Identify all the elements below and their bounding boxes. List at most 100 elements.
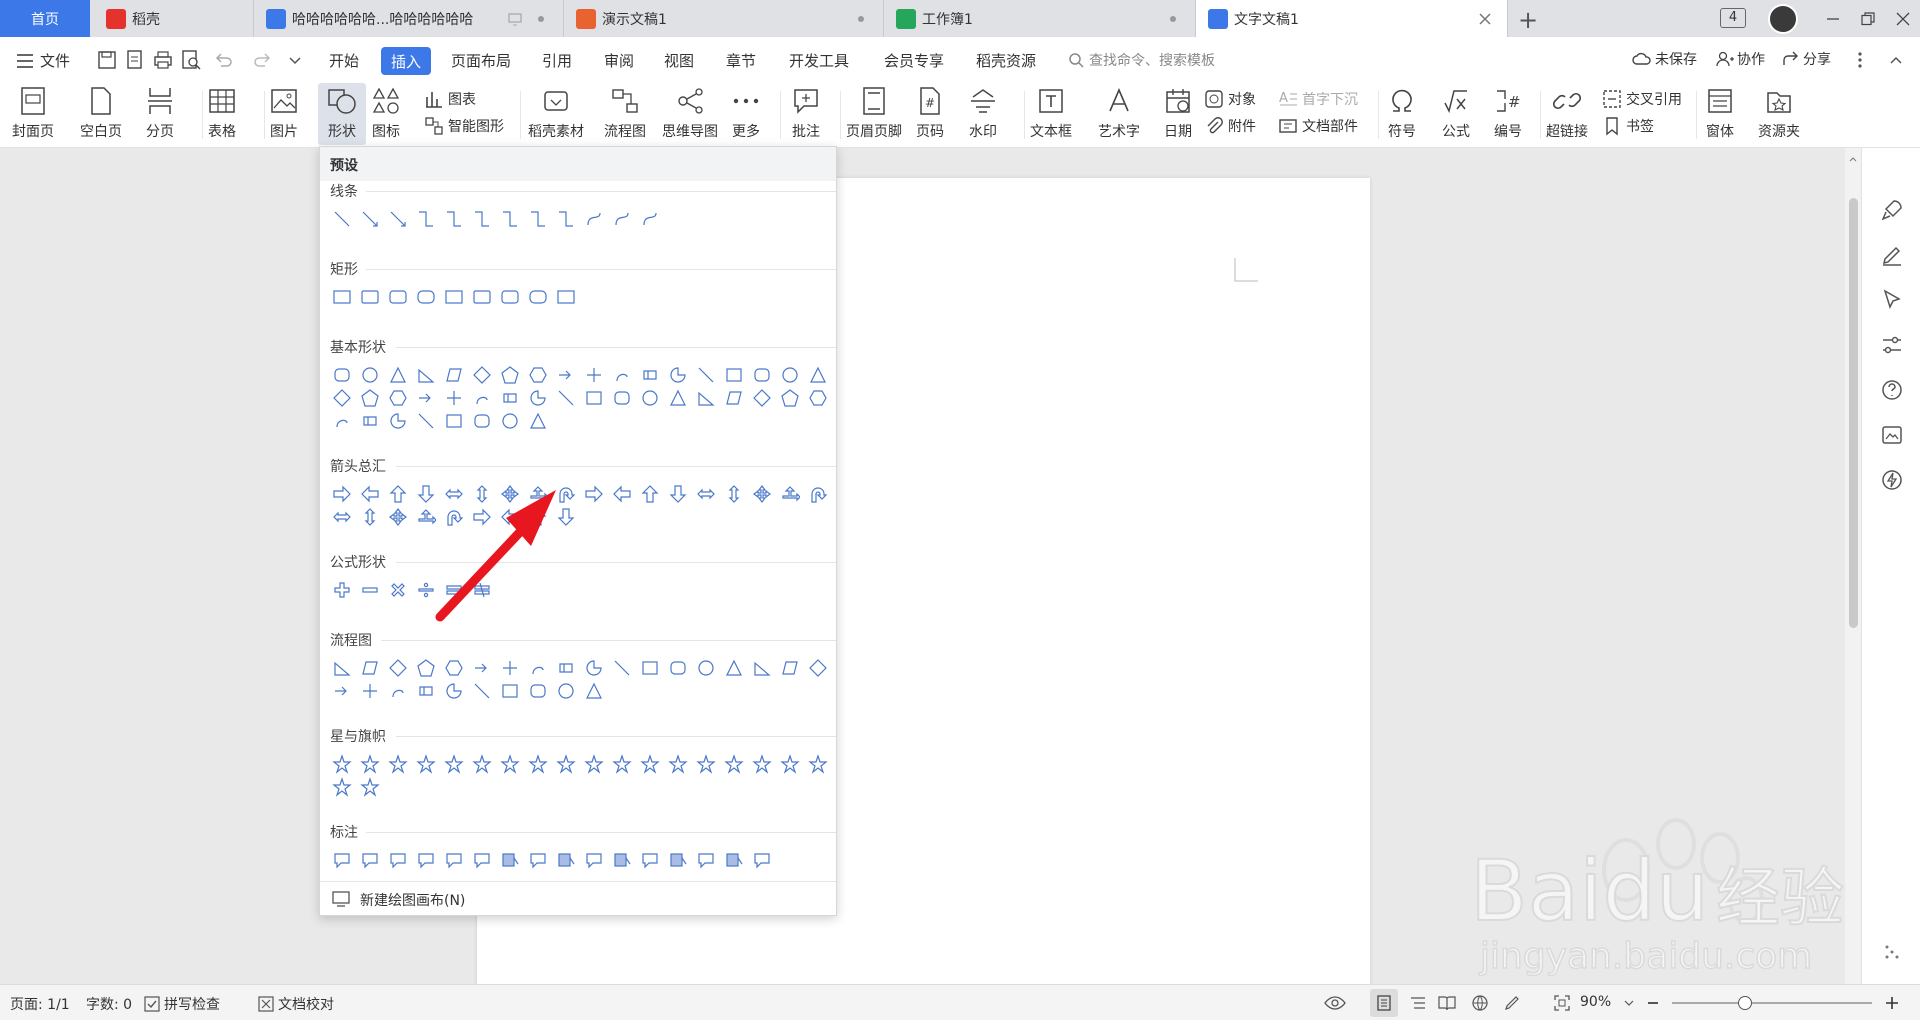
btn-flowchart[interactable]: 流程图 [604, 83, 646, 145]
chevron-down-icon[interactable] [1624, 998, 1634, 1008]
shape-option[interactable] [776, 480, 804, 508]
zoom-in-icon[interactable] [1884, 995, 1900, 1011]
shape-option[interactable] [608, 750, 636, 778]
command-search[interactable]: 查找命令、搜索模板 [1068, 50, 1215, 70]
btn-hyperlink[interactable]: 超链接 [1546, 83, 1588, 145]
menu-page-layout[interactable]: 页面布局 [451, 50, 511, 71]
help-icon[interactable] [1880, 378, 1904, 402]
grid-dots-icon[interactable] [1880, 940, 1904, 964]
shape-option[interactable] [440, 283, 468, 311]
shape-option[interactable] [328, 407, 356, 435]
more-vertical-icon[interactable] [1856, 51, 1864, 69]
menu-references[interactable]: 引用 [542, 50, 572, 71]
shape-option[interactable] [692, 750, 720, 778]
btn-symbol[interactable]: 符号 [1388, 83, 1416, 145]
shape-option[interactable] [356, 205, 384, 233]
shape-option[interactable] [524, 846, 552, 874]
window-count-badge[interactable]: 4 [1720, 8, 1746, 28]
btn-resource-folder[interactable]: 资源夹 [1758, 83, 1800, 145]
shape-option[interactable] [468, 205, 496, 233]
shape-option[interactable] [328, 773, 356, 801]
shape-option[interactable] [356, 503, 384, 531]
tab-document-haha[interactable]: 哈哈哈哈哈哈...哈哈哈哈哈哈 [254, 0, 564, 37]
shape-option[interactable] [524, 677, 552, 705]
shape-option[interactable] [328, 846, 356, 874]
rocket-icon[interactable] [1880, 198, 1904, 222]
shape-option[interactable] [328, 576, 356, 604]
shape-option[interactable] [496, 407, 524, 435]
scroll-up-icon[interactable] [1849, 156, 1857, 162]
pen-icon[interactable] [1880, 243, 1904, 267]
tab-daoke[interactable]: 稻壳 [90, 0, 254, 37]
shape-option[interactable] [552, 205, 580, 233]
shape-option[interactable] [552, 846, 580, 874]
btn-chart[interactable]: 图表 [424, 89, 476, 109]
shape-option[interactable] [636, 480, 664, 508]
menu-daoke-resources[interactable]: 稻壳资源 [976, 50, 1036, 71]
shape-option[interactable] [440, 407, 468, 435]
shape-option[interactable] [328, 503, 356, 531]
shape-option[interactable] [636, 750, 664, 778]
shape-option[interactable] [804, 384, 832, 412]
tab-home[interactable]: 首页 [0, 0, 90, 37]
zoom-out-button[interactable] [1648, 1002, 1658, 1004]
shape-option[interactable] [440, 677, 468, 705]
spell-check-toggle[interactable]: 拼写检查 [144, 994, 220, 1014]
shape-option[interactable] [664, 750, 692, 778]
shape-option[interactable] [804, 480, 832, 508]
shape-option[interactable] [608, 846, 636, 874]
shape-option[interactable] [384, 407, 412, 435]
zoom-slider-handle[interactable] [1738, 996, 1752, 1010]
menu-chapter[interactable]: 章节 [726, 50, 756, 71]
close-window-button[interactable] [1878, 0, 1920, 37]
btn-form-window[interactable]: 窗体 [1706, 83, 1734, 145]
shape-option[interactable] [412, 677, 440, 705]
btn-blank-page[interactable]: 空白页 [80, 83, 122, 145]
tab-spreadsheet[interactable]: 工作簿1 [884, 0, 1196, 37]
shape-option[interactable] [496, 750, 524, 778]
word-count[interactable]: 字数: 0 [86, 994, 132, 1014]
doc-proofread-button[interactable]: 文档校对 [258, 994, 334, 1014]
btn-cover-page[interactable]: 封面页 [12, 83, 54, 145]
shape-option[interactable] [580, 205, 608, 233]
shape-option[interactable] [356, 773, 384, 801]
shape-option[interactable] [580, 750, 608, 778]
shape-option[interactable] [440, 205, 468, 233]
cursor-icon[interactable] [1880, 288, 1904, 312]
new-drawing-canvas[interactable]: 新建绘图画布(N) [320, 881, 836, 915]
btn-wordart[interactable]: 艺术字 [1098, 83, 1140, 145]
shape-option[interactable] [384, 846, 412, 874]
lightning-icon[interactable] [1880, 468, 1904, 492]
shape-option[interactable] [776, 654, 804, 682]
shape-option[interactable] [748, 654, 776, 682]
shape-option[interactable] [552, 384, 580, 412]
shape-option[interactable] [468, 407, 496, 435]
zoom-slider[interactable] [1672, 1002, 1872, 1004]
shape-option[interactable] [580, 384, 608, 412]
shape-option[interactable] [720, 480, 748, 508]
file-menu[interactable]: 文件 [16, 50, 70, 71]
btn-watermark[interactable]: 水印 [968, 83, 998, 145]
shape-option[interactable] [776, 750, 804, 778]
shape-option[interactable] [636, 654, 664, 682]
menu-view[interactable]: 视图 [664, 50, 694, 71]
shape-option[interactable] [496, 677, 524, 705]
page-view-button[interactable] [1370, 989, 1398, 1017]
shape-option[interactable] [776, 384, 804, 412]
shape-option[interactable] [720, 384, 748, 412]
shape-option[interactable] [328, 205, 356, 233]
btn-page-break[interactable]: 分页 [146, 83, 174, 145]
btn-more[interactable]: 更多 [732, 83, 760, 145]
redo-icon[interactable] [252, 49, 274, 71]
shape-option[interactable] [440, 503, 468, 531]
menu-developer[interactable]: 开发工具 [789, 50, 849, 71]
shape-option[interactable] [412, 750, 440, 778]
shape-option[interactable] [328, 677, 356, 705]
shape-option[interactable] [804, 750, 832, 778]
shape-option[interactable] [524, 205, 552, 233]
btn-comment[interactable]: 批注 [792, 83, 820, 145]
shape-option[interactable] [748, 480, 776, 508]
shape-option[interactable] [608, 480, 636, 508]
shape-option[interactable] [468, 576, 496, 604]
menu-insert[interactable]: 插入 [381, 47, 431, 75]
